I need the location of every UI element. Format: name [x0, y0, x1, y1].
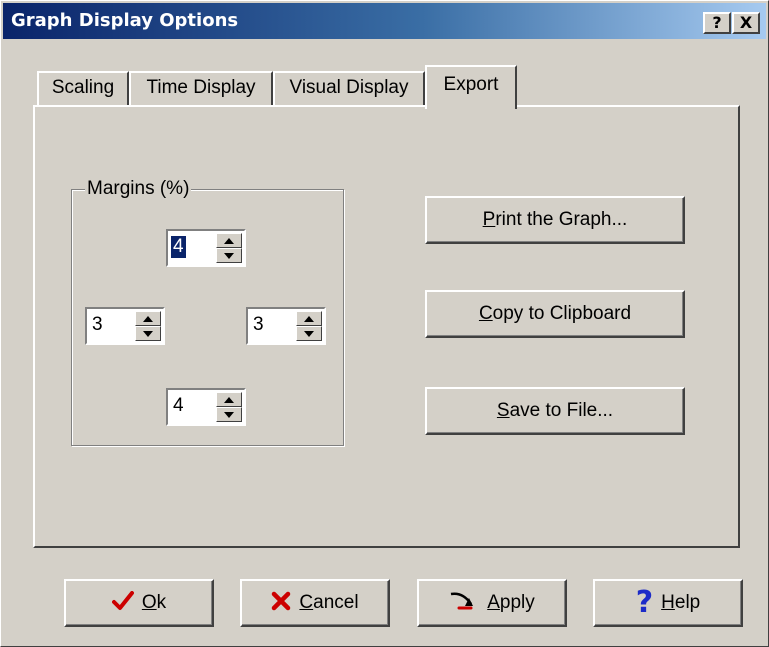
- tab-visual-display[interactable]: Visual Display: [273, 71, 425, 105]
- spin-up-button[interactable]: [296, 311, 322, 326]
- x-icon: [271, 591, 291, 615]
- spinner-arrows: [296, 311, 322, 341]
- spinner-arrows: [216, 392, 242, 422]
- save-to-file-button[interactable]: Save to File...: [425, 387, 685, 435]
- margin-top-value[interactable]: 4: [171, 236, 186, 258]
- tab-label: Export: [443, 74, 499, 95]
- spin-up-button[interactable]: [135, 311, 161, 326]
- help-button[interactable]: ? Help: [593, 579, 743, 627]
- margin-left-value[interactable]: 3: [90, 314, 105, 336]
- down-arrow-icon: [143, 331, 153, 337]
- margins-label: Margins (%): [85, 178, 192, 200]
- print-graph-button[interactable]: Print the Graph...: [425, 196, 685, 244]
- spin-down-button[interactable]: [296, 326, 322, 341]
- margin-right-value[interactable]: 3: [251, 314, 266, 336]
- mnemonic: O: [141, 592, 157, 613]
- close-icon: X: [739, 13, 753, 32]
- down-arrow-icon: [224, 253, 234, 259]
- tab-label: Visual Display: [289, 77, 409, 98]
- button-label: opy to Clipboard: [492, 303, 632, 324]
- button-label: ancel: [313, 592, 359, 613]
- tab-label: Scaling: [51, 77, 115, 98]
- tab-scaling[interactable]: Scaling: [37, 71, 129, 105]
- tab-export[interactable]: Export: [425, 65, 517, 109]
- button-label: k: [156, 592, 167, 613]
- mnemonic: S: [496, 400, 510, 421]
- question-icon: ?: [635, 585, 654, 620]
- down-arrow-icon: [304, 331, 314, 337]
- ok-button[interactable]: Ok: [64, 579, 214, 627]
- button-label: ave to File...: [509, 400, 614, 421]
- spin-down-button[interactable]: [216, 248, 242, 263]
- margin-right-spinner[interactable]: 3: [246, 307, 326, 345]
- cancel-button[interactable]: Cancel: [240, 579, 390, 627]
- apply-button[interactable]: Apply: [417, 579, 567, 627]
- button-label: rint the Graph...: [495, 209, 628, 230]
- spin-up-button[interactable]: [216, 392, 242, 407]
- spinner-arrows: [216, 233, 242, 263]
- up-arrow-icon: [224, 238, 234, 244]
- close-button[interactable]: X: [732, 12, 760, 34]
- title-bar[interactable]: Graph Display Options ? X: [3, 3, 766, 39]
- mnemonic: A: [487, 592, 500, 613]
- checkmark-icon: [111, 591, 134, 615]
- help-caption-button[interactable]: ?: [703, 12, 731, 34]
- window-title: Graph Display Options: [11, 10, 239, 31]
- tab-time-display[interactable]: Time Display: [129, 71, 273, 105]
- up-arrow-icon: [143, 316, 153, 322]
- dialog-window: Graph Display Options ? X Scaling Time D…: [0, 0, 769, 647]
- margin-bottom-spinner[interactable]: 4: [166, 388, 246, 426]
- mnemonic: P: [482, 209, 496, 230]
- apply-icon: [449, 590, 479, 616]
- copy-to-clipboard-button[interactable]: Copy to Clipboard: [425, 290, 685, 338]
- mnemonic: H: [661, 592, 675, 613]
- tab-label: Time Display: [146, 77, 256, 98]
- spinner-arrows: [135, 311, 161, 341]
- spin-up-button[interactable]: [216, 233, 242, 248]
- mnemonic: C: [478, 303, 493, 324]
- mnemonic: C: [299, 592, 314, 613]
- down-arrow-icon: [224, 412, 234, 418]
- button-label: pply: [499, 592, 535, 613]
- up-arrow-icon: [224, 397, 234, 403]
- help-caption-icon: ?: [712, 13, 722, 32]
- margin-left-spinner[interactable]: 3: [85, 307, 165, 345]
- button-label: elp: [674, 592, 701, 613]
- spin-down-button[interactable]: [216, 407, 242, 422]
- margin-bottom-value[interactable]: 4: [171, 395, 186, 417]
- margin-top-spinner[interactable]: 4: [166, 229, 246, 267]
- up-arrow-icon: [304, 316, 314, 322]
- spin-down-button[interactable]: [135, 326, 161, 341]
